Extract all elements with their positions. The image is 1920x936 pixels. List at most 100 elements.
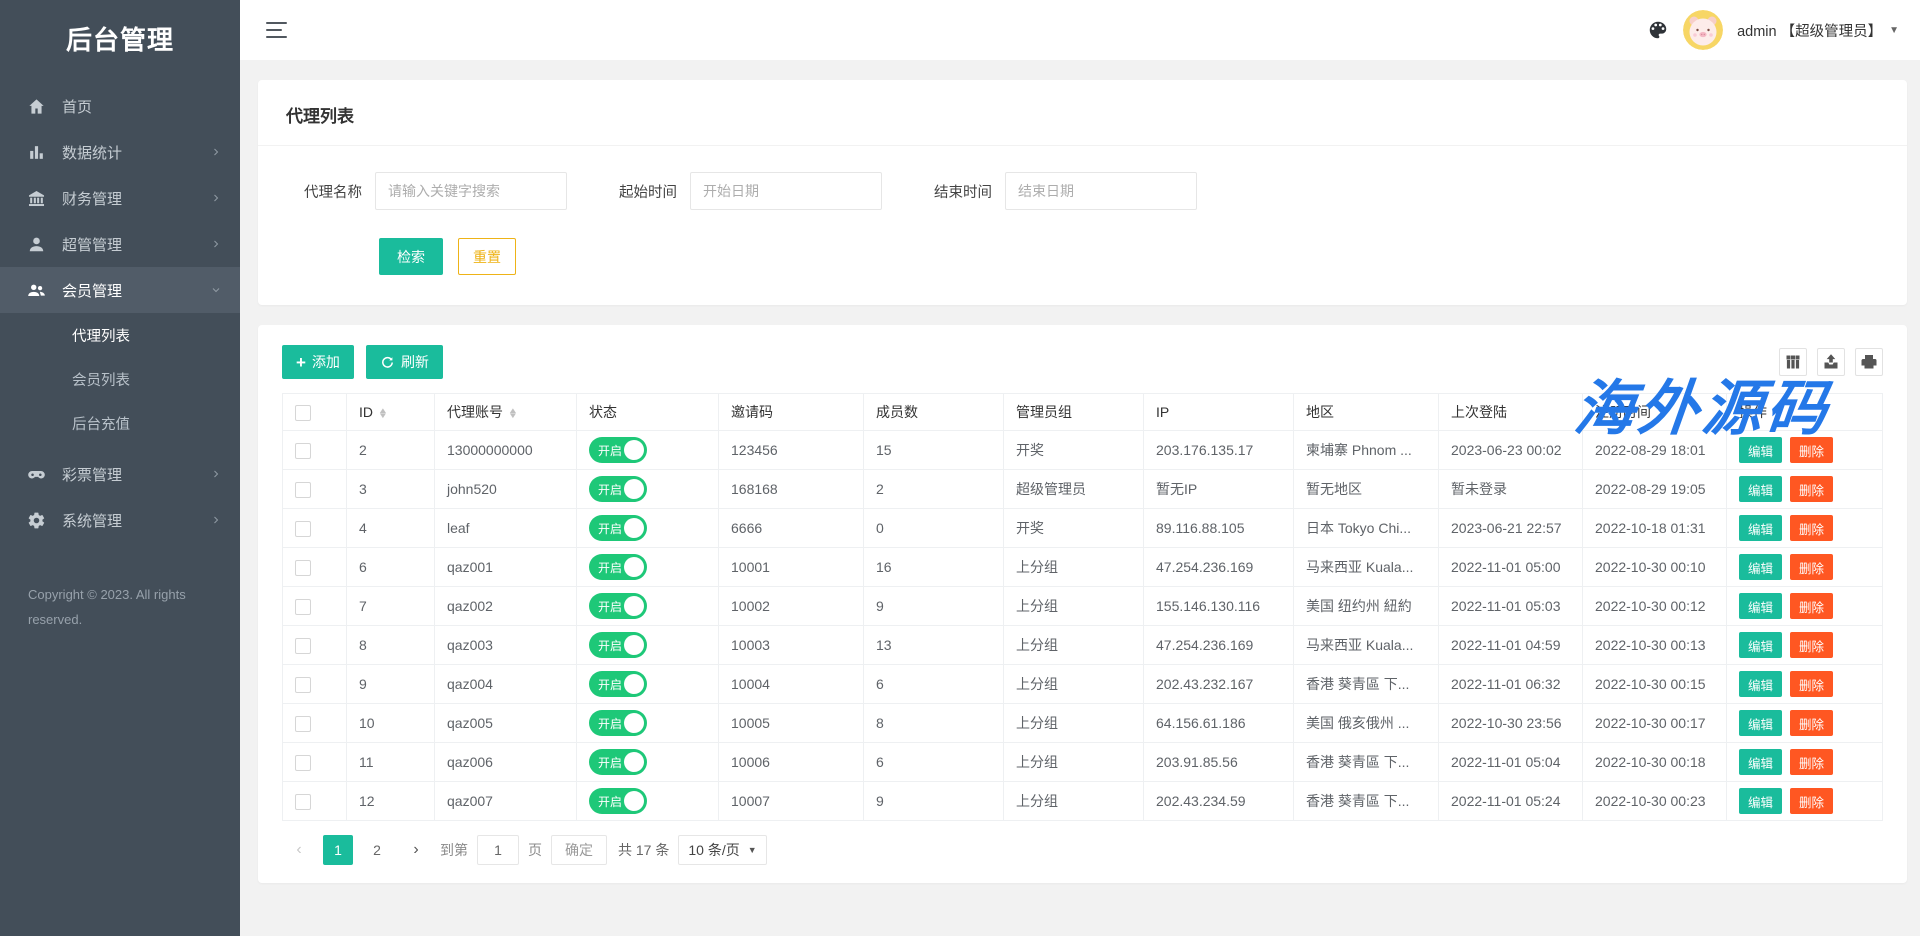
agent-name-label: 代理名称 [304,181,362,202]
sidebar-item-home[interactable]: 首页 [0,83,240,129]
export-icon[interactable] [1817,348,1845,376]
user-menu[interactable]: admin 【超级管理员】 ▼ [1737,20,1899,41]
select-all-checkbox[interactable] [295,405,311,421]
edit-button[interactable]: 编辑 [1739,788,1782,814]
cell-id: 3 [347,470,435,509]
page-button[interactable]: 2 [362,835,392,865]
sidebar-subitem-member-list[interactable]: 会员列表 [0,357,240,401]
print-icon[interactable] [1855,348,1883,376]
per-page-select[interactable]: 10 条/页 ▼ [678,835,766,865]
members-submenu: 代理列表 会员列表 后台充值 [0,313,240,445]
cell-members: 8 [864,704,1004,743]
row-checkbox[interactable] [295,755,311,771]
checkbox-cell [283,743,347,782]
edit-button[interactable]: 编辑 [1739,749,1782,775]
row-checkbox[interactable] [295,638,311,654]
table-row: 7qaz002开启100029上分组155.146.130.116美国 纽约州 … [283,587,1883,626]
confirm-button[interactable]: 确定 [551,835,607,865]
start-date-input[interactable] [690,172,882,210]
row-checkbox[interactable] [295,599,311,615]
column-header: 地区 [1294,394,1439,431]
reset-button[interactable]: 重置 [458,238,516,275]
sidebar-item-superadmin[interactable]: 超管管理 [0,221,240,267]
delete-button[interactable]: 删除 [1790,437,1833,463]
status-toggle[interactable]: 开启 [589,554,647,580]
delete-button[interactable]: 删除 [1790,554,1833,580]
cell-status: 开启 [577,743,719,782]
goto-page-input[interactable] [477,835,519,865]
sidebar-subitem-agent-list[interactable]: 代理列表 [0,313,240,357]
delete-button[interactable]: 删除 [1790,632,1833,658]
status-toggle[interactable]: 开启 [589,749,647,775]
add-button[interactable]: + 添加 [282,345,354,379]
edit-button[interactable]: 编辑 [1739,515,1782,541]
edit-button[interactable]: 编辑 [1739,437,1782,463]
status-toggle[interactable]: 开启 [589,593,647,619]
cell-invite-code: 10005 [719,704,864,743]
delete-button[interactable]: 删除 [1790,788,1833,814]
cell-ip: 47.254.236.169 [1144,548,1294,587]
cell-reg-time: 2022-10-30 00:13 [1583,626,1727,665]
row-checkbox[interactable] [295,794,311,810]
prev-page-button[interactable]: ‹ [284,835,314,865]
sidebar-item-lottery[interactable]: 彩票管理 [0,451,240,497]
delete-button[interactable]: 删除 [1790,710,1833,736]
status-toggle[interactable]: 开启 [589,788,647,814]
row-checkbox[interactable] [295,443,311,459]
cell-admin-group: 上分组 [1004,704,1144,743]
cell-admin-group: 上分组 [1004,548,1144,587]
sidebar-item-statistics[interactable]: 数据统计 [0,129,240,175]
status-toggle[interactable]: 开启 [589,515,647,541]
edit-button[interactable]: 编辑 [1739,632,1782,658]
delete-button[interactable]: 删除 [1790,671,1833,697]
sidebar-item-finance[interactable]: 财务管理 [0,175,240,221]
end-date-input[interactable] [1005,172,1197,210]
cell-last-login: 暂未登录 [1439,470,1583,509]
sidebar-item-members[interactable]: 会员管理 [0,267,240,313]
edit-button[interactable]: 编辑 [1739,476,1782,502]
delete-button[interactable]: 删除 [1790,593,1833,619]
edit-button[interactable]: 编辑 [1739,710,1782,736]
agent-name-input[interactable] [375,172,567,210]
delete-button[interactable]: 删除 [1790,749,1833,775]
chart-icon [26,142,46,162]
row-checkbox[interactable] [295,560,311,576]
sidebar-subitem-backend-recharge[interactable]: 后台充值 [0,401,240,445]
status-toggle[interactable]: 开启 [589,476,647,502]
row-checkbox[interactable] [295,482,311,498]
cell-invite-code: 6666 [719,509,864,548]
menu-toggle-icon[interactable] [266,22,288,39]
column-header[interactable]: ID▲▼ [347,394,435,431]
status-toggle[interactable]: 开启 [589,437,647,463]
cell-members: 9 [864,587,1004,626]
edit-button[interactable]: 编辑 [1739,554,1782,580]
cell-ip: 155.146.130.116 [1144,587,1294,626]
sort-icon[interactable]: ▲▼ [509,408,517,419]
page-button[interactable]: 1 [323,835,353,865]
row-checkbox[interactable] [295,716,311,732]
user-icon [26,234,46,254]
delete-button[interactable]: 删除 [1790,476,1833,502]
cell-actions: 编辑删除 [1727,509,1883,548]
sidebar-item-system[interactable]: 系统管理 [0,497,240,543]
sort-icon[interactable]: ▲▼ [379,408,387,419]
cell-reg-time: 2022-10-30 00:23 [1583,782,1727,821]
delete-button[interactable]: 删除 [1790,515,1833,541]
column-header[interactable]: 代理账号▲▼ [435,394,577,431]
status-toggle[interactable]: 开启 [589,710,647,736]
status-toggle[interactable]: 开启 [589,671,647,697]
filter-columns-icon[interactable] [1779,348,1807,376]
next-page-button[interactable]: › [401,835,431,865]
cell-account: qaz003 [435,626,577,665]
edit-button[interactable]: 编辑 [1739,593,1782,619]
status-toggle[interactable]: 开启 [589,632,647,658]
avatar[interactable] [1683,10,1723,50]
row-checkbox[interactable] [295,521,311,537]
select-all-cell [283,394,347,431]
search-button[interactable]: 检索 [379,238,443,275]
row-checkbox[interactable] [295,677,311,693]
refresh-button[interactable]: 刷新 [366,345,443,379]
table-row: 3john520开启1681682超级管理员暂无IP暂无地区暂未登录2022-0… [283,470,1883,509]
theme-palette-icon[interactable] [1647,19,1669,41]
edit-button[interactable]: 编辑 [1739,671,1782,697]
